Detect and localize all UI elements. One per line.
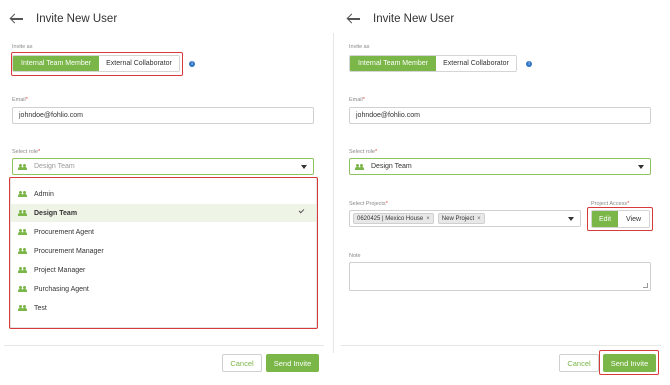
role-option-label: Admin — [34, 190, 54, 198]
invite-as-toggle: Internal Team Member External Collaborat… — [349, 55, 517, 72]
external-collaborator-button[interactable]: External Collaborator — [99, 56, 179, 71]
email-label: Email* — [349, 97, 365, 103]
caret-down-icon — [301, 165, 307, 169]
role-option-procurement-manager[interactable]: Procurement Manager — [11, 242, 316, 260]
project-access-toggle: Edit View — [591, 210, 650, 228]
invite-panel-right: Invite New User Invite as Internal Team … — [341, 0, 661, 385]
caret-down-icon — [638, 165, 644, 169]
back-arrow-icon[interactable] — [347, 12, 361, 26]
project-chip-label: 0620425 | Mexico House — [357, 215, 424, 222]
people-icon — [18, 229, 28, 235]
role-value: Design Team — [371, 163, 412, 170]
people-icon — [18, 267, 28, 273]
resize-handle-icon[interactable] — [643, 283, 648, 288]
project-chip: New Project × — [437, 213, 485, 224]
people-icon — [18, 305, 28, 311]
project-access-label: Project Access* — [591, 201, 630, 207]
internal-team-member-button[interactable]: Internal Team Member — [13, 56, 99, 71]
send-invite-button[interactable]: Send Invite — [266, 354, 319, 372]
role-option-label: Purchasing Agent — [34, 285, 89, 293]
remove-icon[interactable]: × — [477, 216, 481, 222]
send-invite-button[interactable]: Send Invite — [603, 354, 656, 372]
role-option-design-team[interactable]: Design Team — [11, 204, 316, 222]
role-option-test[interactable]: Test — [11, 299, 316, 317]
people-icon — [18, 248, 28, 254]
form-area: Invite as Internal Team Member External … — [341, 33, 661, 345]
view-access-button[interactable]: View — [618, 211, 649, 227]
invite-panel-left: Invite New User Invite as Internal Team … — [4, 0, 334, 385]
role-option-label: Procurement Agent — [34, 228, 94, 236]
role-option-procurement-agent[interactable]: Procurement Agent — [11, 223, 316, 241]
footer-divider — [4, 345, 324, 346]
project-chip: 0620425 | Mexico House × — [353, 213, 434, 224]
footer-divider — [341, 345, 661, 346]
info-icon[interactable]: i — [189, 61, 195, 67]
page-title: Invite New User — [373, 13, 455, 25]
caret-down-icon — [568, 217, 574, 221]
role-option-purchasing-agent[interactable]: Purchasing Agent — [11, 280, 316, 298]
project-chip-label: New Project — [441, 215, 475, 222]
header: Invite New User — [10, 10, 117, 28]
back-arrow-icon[interactable] — [10, 12, 24, 26]
role-option-label: Test — [34, 304, 47, 312]
role-label: Select role* — [12, 149, 41, 155]
people-icon — [18, 163, 28, 170]
external-collaborator-button[interactable]: External Collaborator — [436, 56, 516, 71]
role-option-project-manager[interactable]: Project Manager — [11, 261, 316, 279]
form-area: Invite as Internal Team Member External … — [4, 33, 324, 345]
cancel-button[interactable]: Cancel — [559, 354, 599, 372]
projects-label: Select Projects* — [349, 201, 388, 207]
page-title: Invite New User — [36, 13, 118, 25]
header: Invite New User — [347, 10, 454, 28]
role-option-label: Project Manager — [34, 266, 86, 274]
edit-access-button[interactable]: Edit — [592, 211, 618, 227]
people-icon — [18, 286, 28, 292]
panel-divider — [333, 33, 334, 353]
note-label: Note — [349, 253, 361, 259]
role-option-label: Procurement Manager — [34, 247, 104, 255]
email-field[interactable]: johndoe@fohlio.com — [12, 107, 314, 124]
invite-as-label: Invite as — [349, 44, 370, 50]
projects-select[interactable]: 0620425 | Mexico House × New Project × — [349, 210, 581, 227]
people-icon — [18, 210, 28, 216]
role-select[interactable]: Design Team — [349, 158, 651, 175]
invite-as-toggle: Internal Team Member External Collaborat… — [12, 55, 180, 72]
role-label: Select role* — [349, 149, 378, 155]
people-icon — [18, 191, 28, 197]
role-option-label: Design Team — [34, 209, 78, 217]
check-icon — [298, 207, 305, 214]
email-field[interactable]: johndoe@fohlio.com — [349, 107, 651, 124]
remove-icon[interactable]: × — [426, 216, 430, 222]
info-icon[interactable]: i — [526, 61, 532, 67]
cancel-button[interactable]: Cancel — [222, 354, 262, 372]
email-label: Email* — [12, 97, 28, 103]
role-option-admin[interactable]: Admin — [11, 185, 316, 203]
note-textarea[interactable] — [349, 262, 651, 291]
role-dropdown: Admin Design Team Procurement Agent Proc… — [10, 177, 317, 328]
internal-team-member-button[interactable]: Internal Team Member — [350, 56, 436, 71]
role-select[interactable]: Design Team — [12, 158, 314, 175]
invite-as-label: Invite as — [12, 44, 33, 50]
role-placeholder: Design Team — [34, 163, 75, 170]
people-icon — [355, 163, 365, 170]
